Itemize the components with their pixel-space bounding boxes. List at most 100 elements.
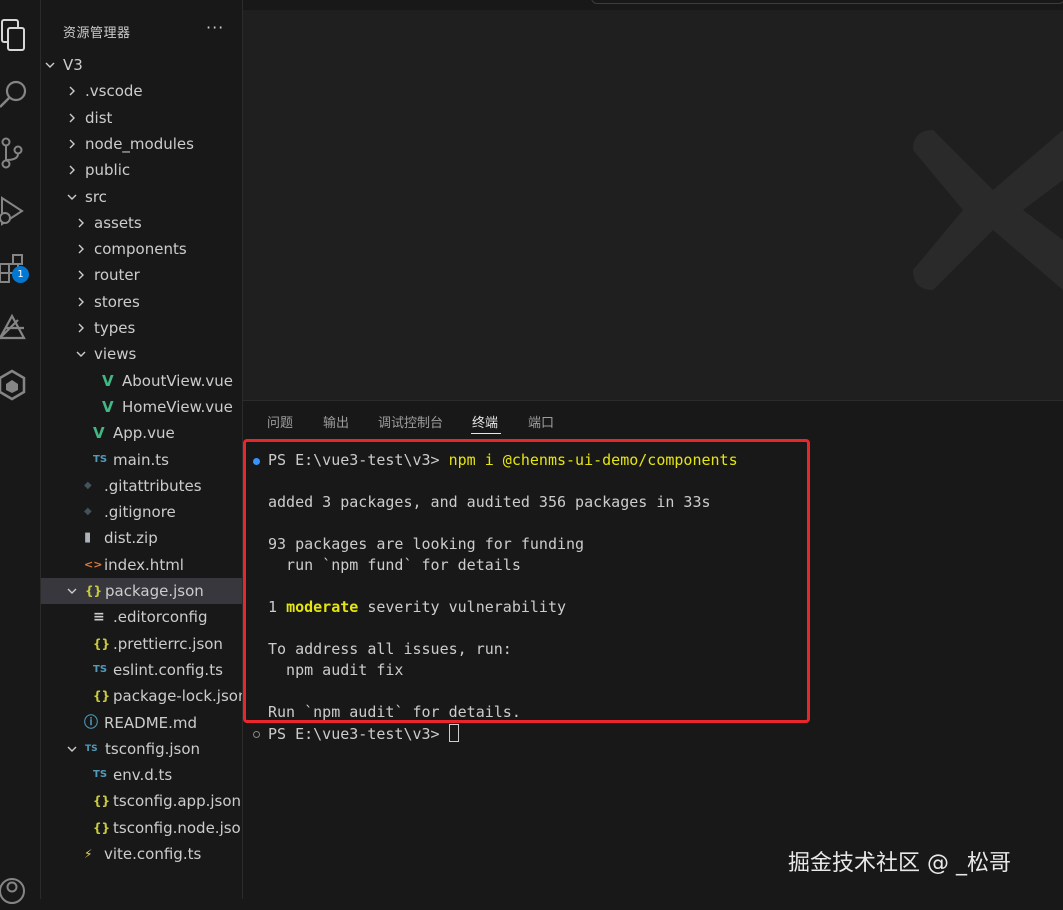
zip-file-icon: ▮: [84, 530, 92, 546]
search-icon[interactable]: [0, 72, 40, 116]
tree-file-aboutview-vue[interactable]: V AboutView.vue: [41, 368, 242, 394]
ts-file-icon: TS: [93, 663, 108, 675]
tab-problems[interactable]: 问题: [267, 412, 293, 431]
tab-debug-console[interactable]: 调试控制台: [378, 412, 443, 431]
tree-item-label: eslint.config.ts: [113, 660, 223, 679]
account-icon[interactable]: [0, 866, 40, 910]
title-bar: [243, 0, 1063, 10]
git-file-icon: ◆: [84, 506, 92, 518]
run-debug-icon[interactable]: [0, 188, 40, 232]
tree-item-label: src: [85, 187, 107, 206]
tree-file-app-vue[interactable]: V App.vue: [41, 420, 242, 446]
package-icon[interactable]: [0, 362, 40, 406]
tree-folder-src[interactable]: src: [41, 184, 242, 210]
tree-item-label: AboutView.vue: [122, 371, 233, 390]
tree-item-label: .editorconfig: [113, 608, 208, 627]
chevron-down-icon: [67, 194, 77, 200]
tree-item-label: index.html: [104, 555, 184, 574]
vue-file-icon: V: [93, 424, 105, 443]
tab-output[interactable]: 输出: [323, 412, 349, 431]
tree-folder-node-modules[interactable]: node_modules: [41, 131, 242, 157]
tree-item-label: tsconfig.app.json: [113, 792, 242, 811]
tree-file-homeview-vue[interactable]: V HomeView.vue: [41, 394, 242, 420]
tree-file-index-html[interactable]: <> index.html: [41, 552, 242, 578]
ts-file-icon: TS: [93, 769, 108, 781]
git-file-icon: ◆: [84, 479, 92, 491]
lines-file-icon: ≡: [93, 609, 105, 626]
chevron-down-icon: [76, 351, 86, 358]
json-file-icon: {}: [93, 820, 111, 835]
tree-file-prettierrc-json[interactable]: {} .prettierrc.json: [41, 631, 242, 657]
tree-folder-vscode[interactable]: .vscode: [41, 78, 242, 104]
tree-folder-components[interactable]: components: [41, 236, 242, 262]
editor-area: [243, 0, 1063, 400]
tsbox-file-icon: TS: [85, 743, 98, 754]
tree-item-label: HomeView.vue: [122, 397, 233, 416]
active-tab-indicator: [471, 433, 501, 434]
tree-folder-assets[interactable]: assets: [41, 210, 242, 236]
terminal-cursor: [448, 724, 459, 742]
tree-file-main-ts[interactable]: TS main.ts: [41, 447, 242, 473]
tree-file-tsconfig-json[interactable]: TS tsconfig.json: [41, 736, 242, 762]
tree-item-label: App.vue: [113, 424, 175, 443]
tree-item-label: dist.zip: [104, 529, 158, 548]
command-center[interactable]: [591, 0, 1063, 4]
tree-item-label: env.d.ts: [113, 766, 173, 785]
json-file-icon: {}: [93, 636, 111, 651]
tree-file-gitignore[interactable]: ◆ .gitignore: [41, 499, 242, 525]
tree-item-label: .vscode: [85, 82, 143, 101]
tree-item-label: router: [94, 266, 140, 285]
tree-item-label: assets: [94, 213, 142, 232]
highlight-box: [243, 439, 810, 723]
chevron-down-icon: [67, 588, 77, 594]
info-file-icon: ⓘ: [84, 714, 98, 731]
json-file-icon: {}: [93, 794, 111, 809]
tab-terminal[interactable]: 终端: [472, 412, 498, 431]
tree-file-package-json[interactable]: {} package.json: [41, 578, 242, 604]
json-file-icon: {}: [93, 689, 111, 704]
tree-folder-router[interactable]: router: [41, 262, 242, 288]
tree-file-dist-zip[interactable]: ▮ dist.zip: [41, 525, 242, 551]
tree-file-editorconfig[interactable]: ≡ .editorconfig: [41, 604, 242, 630]
chevron-right-icon: [69, 139, 75, 149]
tree-item-label: dist: [85, 108, 113, 127]
tree-file-gitattributes[interactable]: ◆ .gitattributes: [41, 473, 242, 499]
tree-item-label: .prettierrc.json: [113, 634, 223, 653]
chevron-right-icon: [69, 165, 75, 175]
tree-file-tsconfig-app-json[interactable]: {} tsconfig.app.json: [41, 788, 242, 814]
chevron-down-icon: [45, 62, 55, 68]
tree-folder-views[interactable]: views: [41, 341, 242, 367]
source-control-icon[interactable]: [0, 130, 40, 174]
explorer-icon[interactable]: [0, 12, 40, 56]
tree-item-label: stores: [94, 292, 140, 311]
ts-file-icon: TS: [93, 453, 108, 465]
tree-item-label: vite.config.ts: [104, 845, 202, 863]
tree-folder-v3[interactable]: V3: [41, 52, 242, 78]
chevron-right-icon: [78, 218, 84, 228]
chevron-right-icon: [78, 323, 84, 333]
tree-file-eslint-config-ts[interactable]: TS eslint.config.ts: [41, 657, 242, 683]
html-file-icon: <>: [84, 557, 103, 571]
tree-file-package-lock-json[interactable]: {} package-lock.json: [41, 683, 242, 709]
tree-file-tsconfig-node-json[interactable]: {} tsconfig.node.json: [41, 815, 242, 841]
terminal-prompt-line: PS E:\vue3-test\v3>: [268, 724, 459, 743]
tree-folder-stores[interactable]: stores: [41, 289, 242, 315]
more-actions-icon[interactable]: ···: [206, 18, 224, 37]
tab-ports[interactable]: 端口: [528, 412, 554, 431]
tree-item-label: views: [94, 345, 137, 364]
tree-item-label: V3: [63, 56, 83, 74]
remote-icon[interactable]: [0, 306, 40, 350]
tree-folder-dist[interactable]: dist: [41, 105, 242, 131]
vscode-watermark-icon: [913, 130, 1063, 290]
activity-bar: 1: [0, 0, 41, 904]
tree-file-readme-md[interactable]: ⓘ README.md: [41, 710, 242, 736]
chevron-right-icon: [78, 297, 84, 307]
tree-folder-public[interactable]: public: [41, 157, 242, 183]
tree-file-env-d-ts[interactable]: TS env.d.ts: [41, 762, 242, 788]
tree-item-label: package-lock.json: [113, 687, 243, 706]
tree-item-label: tsconfig.json: [105, 739, 201, 758]
tree-folder-types[interactable]: types: [41, 315, 242, 341]
tree-file-vite-config-ts[interactable]: ⚡ vite.config.ts: [41, 841, 242, 867]
tree-item-label: public: [85, 161, 131, 180]
vue-file-icon: V: [102, 397, 114, 416]
